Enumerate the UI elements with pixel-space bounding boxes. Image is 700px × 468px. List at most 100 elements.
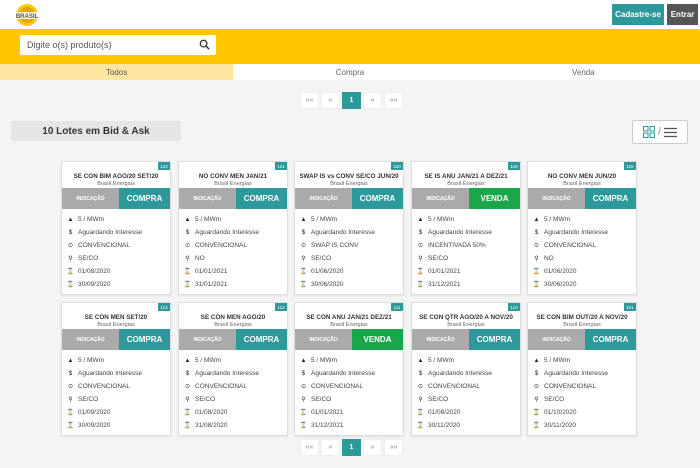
search-input[interactable] — [27, 40, 197, 50]
indication-button[interactable]: INDICAÇÃO — [62, 329, 119, 350]
card-row-source: ⊙ CONVENCIONAL — [299, 380, 403, 393]
card-row-end: ⌛ 31/12/2021 — [299, 419, 403, 432]
end-date-icon: ⌛ — [416, 282, 425, 288]
start-date-icon: ⌛ — [183, 410, 192, 416]
lot-card[interactable]: 111 SE CON ANU JAN/21 DEZ/21 Brasil Energi… — [294, 302, 404, 436]
lot-type-button[interactable]: COMPRA — [469, 329, 520, 350]
source-icon: ⊙ — [300, 384, 307, 390]
card-start: 01/08/2020 — [428, 409, 461, 416]
indication-button[interactable]: INDICAÇÃO — [295, 329, 352, 350]
lot-card[interactable]: 101 SE CON BIM OUT/20 A NOV/20 Brasil Ener… — [527, 302, 637, 436]
lot-type-button[interactable]: COMPRA — [236, 329, 287, 350]
start-date-icon: ⌛ — [299, 410, 308, 416]
card-source: CONVENCIONAL — [428, 383, 481, 390]
end-date-icon: ⌛ — [183, 423, 192, 429]
card-row-submarket: ⚲ NO — [183, 252, 287, 265]
first-page-button[interactable]: «« — [300, 92, 319, 109]
lot-type-button[interactable]: COMPRA — [119, 329, 170, 350]
signup-button[interactable]: Cadastre-se — [612, 4, 664, 25]
card-row-submarket: ⚲ NO — [532, 252, 636, 265]
lot-type-button[interactable]: COMPRA — [585, 329, 636, 350]
lot-type-button[interactable]: COMPRA — [119, 188, 170, 209]
indication-button[interactable]: INDICAÇÃO — [412, 329, 469, 350]
lot-title: SE CON ANU JAN/21 DEZ/21 — [306, 314, 392, 321]
lot-id-badge: 111 — [391, 303, 403, 311]
prev-page-button[interactable]: « — [321, 92, 340, 109]
lot-card[interactable]: 112 SE CON MEN AGO/20 Brasil Energias INDIC… — [178, 302, 288, 436]
bolt-icon: ▲ — [300, 216, 307, 223]
first-page-button[interactable]: «« — [300, 439, 319, 456]
tab-todos[interactable]: Todos — [0, 64, 234, 80]
lot-card[interactable]: 120 SWAP IS vs CONV SE/CO JUN/20 Brasil En… — [294, 161, 404, 295]
next-page-button[interactable]: » — [363, 92, 382, 109]
lot-type-button[interactable]: COMPRA — [585, 188, 636, 209]
lot-company: Brasil Energias — [447, 181, 485, 187]
card-row-end: ⌛ 30/06/2020 — [299, 278, 403, 291]
lot-title: SE IS ANU JAN/21 A DEZ/21 — [424, 173, 508, 180]
card-row-submarket: ⚲ SE/CO — [532, 393, 636, 406]
lot-title: SE CON BIM AGO/20 SET/20 — [73, 173, 159, 180]
indication-button[interactable]: INDICAÇÃO — [528, 329, 585, 350]
lot-id-badge: 120 — [391, 162, 403, 170]
lot-card[interactable]: 110 SE CON QTR AGO/20 A NOV/20 Brasil Ener… — [411, 302, 521, 436]
tab-compra[interactable]: Compra — [233, 64, 466, 80]
lot-type-button[interactable]: VENDA — [469, 188, 520, 209]
card-end: 31/12/2021 — [428, 281, 461, 288]
list-icon[interactable] — [664, 127, 678, 138]
card-volume: 5 / MWm — [428, 216, 454, 223]
card-start: 01/08/2020 — [78, 268, 111, 275]
card-end: 31/08/2020 — [195, 422, 228, 429]
indication-button[interactable]: INDICAÇÃO — [62, 188, 119, 209]
card-row-source: ⊙ CONVENCIONAL — [66, 380, 170, 393]
lot-id-badge: 110 — [508, 303, 520, 311]
current-page-button[interactable]: 1 — [342, 439, 361, 456]
card-row-submarket: ⚲ SE/CO — [299, 252, 403, 265]
lot-title: SE CON MEN SET/20 — [84, 314, 148, 321]
indication-button[interactable]: INDICAÇÃO — [179, 188, 236, 209]
lot-company: Brasil Energias — [563, 322, 601, 328]
card-row-status: $ Aguardando Interesse — [66, 367, 170, 380]
lot-card[interactable]: 113 SE CON MEN SET/20 Brasil Energias INDIC… — [61, 302, 171, 436]
lot-card[interactable]: 122 SE CON BIM AGO/20 SET/20 Brasil Energi… — [61, 161, 171, 295]
tab-venda[interactable]: Venda — [467, 64, 700, 80]
lot-company: Brasil Energias — [563, 181, 601, 187]
grid-icon[interactable] — [642, 126, 655, 138]
indication-button[interactable]: INDICAÇÃO — [179, 329, 236, 350]
prev-page-button[interactable]: « — [321, 439, 340, 456]
card-volume: 5 / MWm — [78, 357, 104, 364]
lot-card[interactable]: 121 NO CONV MEN JAN/21 Brasil Energias INDI… — [178, 161, 288, 295]
brand-logo[interactable]: BRASIL — [9, 2, 45, 28]
card-status: Aguardando Interesse — [311, 370, 375, 377]
card-row-source: ⊙ CONVENCIONAL — [532, 239, 636, 252]
current-page-button[interactable]: 1 — [342, 92, 361, 109]
indication-button[interactable]: INDICAÇÃO — [412, 188, 469, 209]
search-icon[interactable] — [199, 39, 210, 50]
lot-card[interactable]: 115 NO CONV MEN JUN/20 Brasil Energias INDI… — [527, 161, 637, 295]
card-submarket: SE/CO — [311, 396, 332, 403]
indication-button[interactable]: INDICAÇÃO — [528, 188, 585, 209]
search-band — [0, 29, 700, 64]
card-start: 01/08/2020 — [195, 409, 228, 416]
location-icon: ⚲ — [418, 256, 423, 262]
card-submarket: SE/CO — [428, 396, 449, 403]
card-submarket: NO — [544, 255, 554, 262]
indication-button[interactable]: INDICAÇÃO — [295, 188, 352, 209]
card-row-end: ⌛ 30/09/2020 — [66, 419, 170, 432]
card-end: 30/11/2020 — [544, 422, 577, 429]
card-row-source: ⊙ CONVENCIONAL — [416, 380, 520, 393]
lot-details: ▲ 5 / MWm $ Aguardando Interesse ⊙ CONVENCION… — [528, 209, 636, 294]
lot-type-button[interactable]: VENDA — [352, 329, 403, 350]
last-page-button[interactable]: »» — [384, 439, 403, 456]
card-row-status: $ Aguardando Interesse — [532, 226, 636, 239]
bolt-icon: ▲ — [67, 357, 74, 364]
login-button[interactable]: Entrar — [667, 4, 698, 25]
lot-card[interactable]: 119 SE IS ANU JAN/21 A DEZ/21 Brasil Energ… — [411, 161, 521, 295]
start-date-icon: ⌛ — [532, 269, 541, 275]
next-page-button[interactable]: » — [363, 439, 382, 456]
source-icon: ⊙ — [184, 243, 191, 249]
lot-type-button[interactable]: COMPRA — [236, 188, 287, 209]
lot-type-button[interactable]: COMPRA — [352, 188, 403, 209]
bolt-icon: ▲ — [533, 216, 540, 223]
lot-title: SE CON BIM OUT/20 A NOV/20 — [536, 314, 628, 321]
last-page-button[interactable]: »» — [384, 92, 403, 109]
